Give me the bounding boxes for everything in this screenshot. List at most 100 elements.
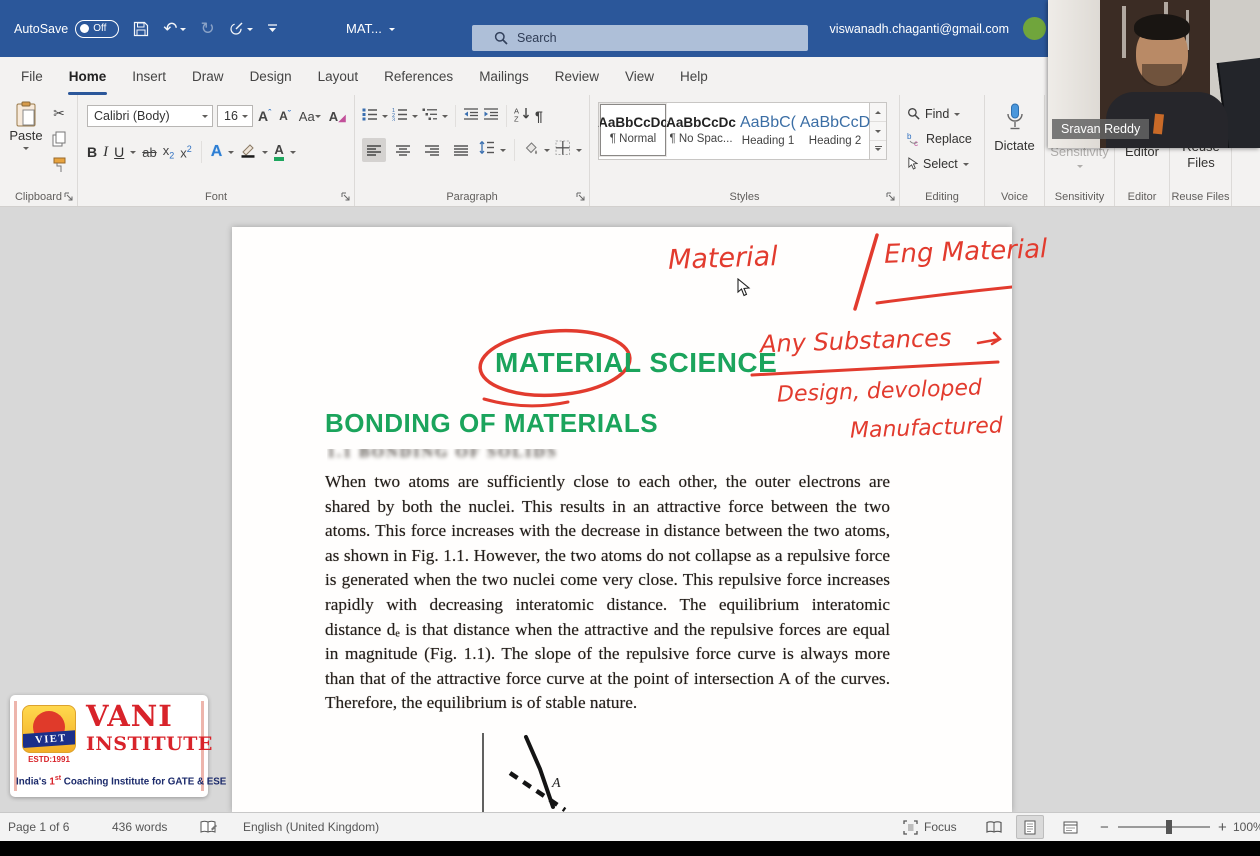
decrease-indent-button[interactable] [463,107,479,126]
tab-design[interactable]: Design [237,57,305,95]
proofing-status[interactable] [200,813,217,841]
clear-formatting-button[interactable]: A◢ [329,109,346,124]
zoom-in-button[interactable]: + [1218,813,1227,841]
style-heading-1[interactable]: AaBbC( Heading 1 [736,104,800,156]
italic-button[interactable]: I [103,144,108,161]
replace-button[interactable]: bc Replace [907,126,972,151]
zoom-slider-thumb[interactable] [1166,820,1172,834]
styles-gallery-more[interactable] [870,140,886,159]
numbering-button[interactable]: 123 [392,107,408,126]
touch-draw-button[interactable] [229,21,253,36]
style-heading-2[interactable]: AaBbCcD Heading 2 [802,104,868,156]
avatar[interactable] [1023,17,1046,40]
strikethrough-button[interactable]: ab [142,145,156,160]
chevron-down-icon[interactable] [180,28,186,34]
align-center-button[interactable] [391,138,415,162]
autosave-pill[interactable]: Off [75,20,119,38]
word-count[interactable]: 436 words [112,813,167,841]
line-spacing-button[interactable] [478,140,495,160]
align-right-button[interactable] [420,138,444,162]
autosave-toggle[interactable]: AutoSave Off [14,20,119,38]
chevron-down-icon[interactable] [382,115,388,121]
select-button[interactable]: Select [907,151,972,176]
style-no-spacing[interactable]: AaBbCcDc ¶ No Spac... [668,104,734,156]
chevron-down-icon[interactable] [576,149,582,155]
align-left-button[interactable] [362,138,386,162]
borders-button[interactable] [555,140,571,161]
cut-icon[interactable]: ✂ [48,103,70,123]
read-mode-button[interactable] [980,815,1008,839]
change-case-button[interactable]: Aa [299,109,321,124]
tab-review[interactable]: Review [542,57,612,95]
title-word-material: MATERIAL [495,347,641,378]
grow-font-button[interactable]: Aˆ [258,108,271,124]
redo-icon: ↻ [200,19,214,39]
text-effects-button[interactable]: A [211,143,223,161]
chevron-down-icon[interactable] [130,151,136,157]
chevron-down-icon[interactable] [290,151,296,157]
chevron-down-icon[interactable] [500,149,506,155]
dictate-button[interactable]: Dictate [985,103,1044,153]
paste-button[interactable]: Paste [5,101,47,179]
copy-icon[interactable] [48,129,70,149]
zoom-out-button[interactable]: − [1100,813,1109,841]
chevron-down-icon[interactable] [442,115,448,121]
focus-button[interactable]: Focus [903,813,957,841]
chevron-down-icon [389,28,395,34]
print-layout-button[interactable] [1016,815,1044,839]
tab-references[interactable]: References [371,57,466,95]
zoom-slider[interactable] [1118,813,1210,841]
increase-indent-button[interactable] [483,107,499,126]
chevron-down-icon[interactable] [262,151,268,157]
tab-view[interactable]: View [612,57,667,95]
bullets-button[interactable] [362,107,378,126]
paragraph-dialog-launcher[interactable] [576,192,586,202]
tab-home[interactable]: Home [56,57,120,95]
shading-button[interactable] [523,140,539,161]
qat-customize-button[interactable] [267,24,278,33]
subscript-button[interactable]: x2 [163,143,175,161]
format-painter-icon[interactable] [48,155,70,175]
tab-help[interactable]: Help [667,57,721,95]
tab-draw[interactable]: Draw [179,57,237,95]
styles-scroll-up[interactable] [870,103,886,121]
sort-button[interactable]: AZ [514,106,531,127]
language-indicator[interactable]: English (United Kingdom) [243,813,379,841]
zoom-level[interactable]: 100% [1233,813,1260,841]
font-size-select[interactable]: 16 [217,105,253,127]
tab-insert[interactable]: Insert [119,57,179,95]
chevron-down-icon[interactable] [23,147,29,153]
pilcrow-button[interactable]: ¶ [535,108,543,124]
superscript-button[interactable]: x2 [180,144,192,160]
style-normal[interactable]: AaBbCcDc ¶ Normal [600,104,666,156]
undo-button[interactable]: ↶ [163,19,186,39]
chevron-down-icon[interactable] [247,28,253,34]
font-name-select[interactable]: Calibri (Body) [87,105,213,127]
find-button[interactable]: Find [907,101,972,126]
underline-button[interactable]: U [114,144,124,160]
clipboard-dialog-launcher[interactable] [64,192,74,202]
document-title[interactable]: MAT... [346,0,395,57]
save-icon[interactable] [133,21,149,37]
web-layout-button[interactable] [1056,815,1084,839]
highlight-button[interactable] [240,142,256,163]
multilevel-list-button[interactable] [422,107,438,126]
tab-mailings[interactable]: Mailings [466,57,542,95]
styles-scroll-down[interactable] [870,121,886,140]
document-page[interactable]: Material Eng Material Any Substances Des… [232,227,1012,812]
chevron-down-icon[interactable] [412,115,418,121]
align-center-icon [395,144,411,157]
chevron-down-icon[interactable] [228,151,234,157]
shrink-font-button[interactable]: Aˇ [279,109,291,123]
page-indicator[interactable]: Page 1 of 6 [8,813,69,841]
search-box[interactable]: Search [472,25,808,51]
font-color-button[interactable]: A [274,144,283,161]
tab-layout[interactable]: Layout [305,57,372,95]
tab-file[interactable]: File [8,57,56,95]
font-dialog-launcher[interactable] [341,192,351,202]
justify-button[interactable] [449,138,473,162]
bold-button[interactable]: B [87,144,97,160]
account-area[interactable]: viswanadh.chaganti@gmail.com [830,0,1046,57]
chevron-down-icon[interactable] [544,149,550,155]
styles-dialog-launcher[interactable] [886,192,896,202]
